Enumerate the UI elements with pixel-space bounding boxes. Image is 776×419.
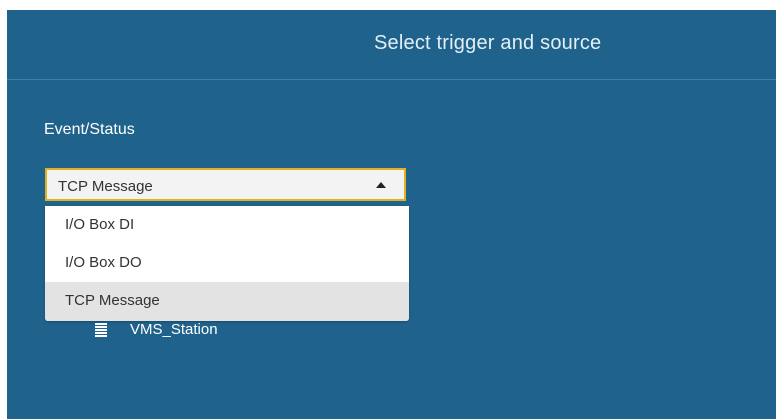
source-tree-item-label: VMS_Station [130, 321, 218, 338]
event-status-label: Event/Status [44, 121, 135, 138]
dialog-panel: Select trigger and source Event/Status T… [7, 10, 776, 419]
event-status-dropdown-list: I/O Box DI I/O Box DO TCP Message [45, 206, 409, 321]
option-label: I/O Box DO [65, 254, 142, 271]
option-tcp-message[interactable]: TCP Message [45, 282, 409, 321]
option-io-box-do[interactable]: I/O Box DO [45, 244, 409, 282]
caret-up-icon [376, 182, 386, 188]
option-label: TCP Message [65, 292, 160, 309]
event-status-select[interactable]: TCP Message [45, 168, 406, 201]
event-status-selected-value: TCP Message [58, 178, 153, 195]
option-io-box-di[interactable]: I/O Box DI [45, 206, 409, 244]
option-label: I/O Box DI [65, 216, 135, 233]
dialog-header: Select trigger and source [7, 10, 776, 80]
dialog-title: Select trigger and source [374, 32, 602, 54]
server-icon [95, 323, 107, 338]
